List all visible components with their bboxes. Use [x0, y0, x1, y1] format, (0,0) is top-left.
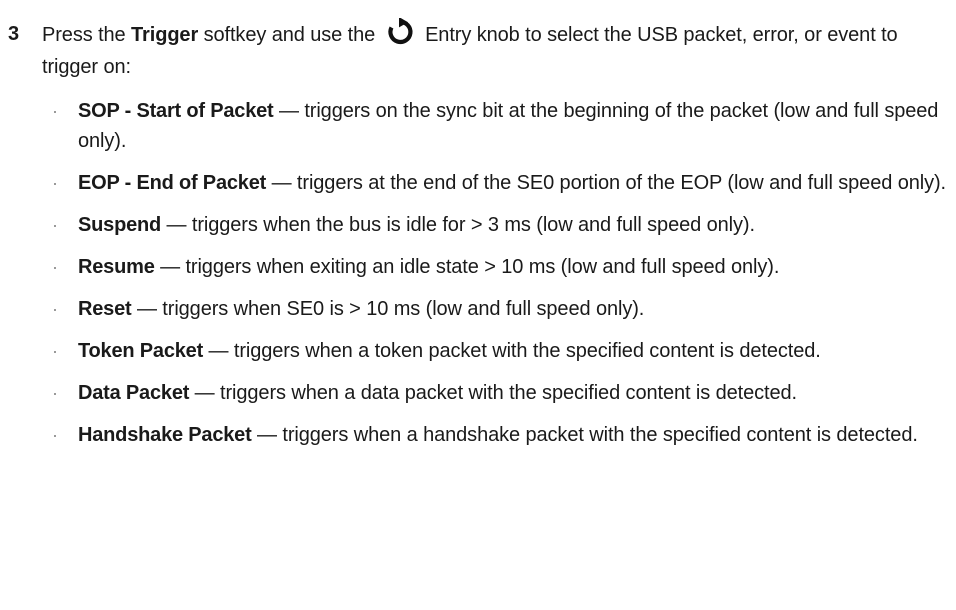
bullet-icon: ·: [52, 257, 58, 277]
step-instruction: Press the Trigger softkey and use the En…: [42, 17, 952, 83]
trigger-softkey-label: Trigger: [131, 24, 199, 46]
list-item: · Suspend — triggers when the bus is idle…: [42, 210, 952, 240]
list-item: · Resume — triggers when exiting an idle …: [42, 252, 952, 282]
bullet-icon: ·: [52, 101, 58, 121]
bullet-icon: ·: [52, 299, 58, 319]
option-description: — triggers when a handshake packet with …: [251, 424, 918, 446]
list-item: · Data Packet — triggers when a data pack…: [42, 378, 952, 408]
list-item: · SOP - Start of Packet — triggers on the…: [42, 96, 952, 156]
option-description: — triggers when a token packet with the …: [203, 340, 821, 362]
option-description: — triggers when SE0 is > 10 ms (low and …: [131, 298, 645, 320]
option-term: Suspend: [78, 214, 162, 236]
bullet-icon: ·: [52, 383, 58, 403]
option-term: SOP - Start of Packet: [78, 100, 274, 122]
option-description: — triggers when the bus is idle for > 3 …: [161, 214, 755, 236]
bullet-icon: ·: [52, 341, 58, 361]
step-number: 3: [8, 23, 20, 45]
list-item: · EOP - End of Packet — triggers at the e…: [42, 168, 952, 198]
bullet-icon: ·: [52, 215, 58, 235]
bullet-icon: ·: [52, 425, 58, 445]
option-description: — triggers at the end of the SE0 portion…: [266, 172, 947, 194]
option-term: Token Packet: [78, 340, 204, 362]
bullet-icon: ·: [52, 173, 58, 193]
intro-prefix: Press the: [42, 24, 132, 46]
option-term: Resume: [78, 256, 155, 278]
option-term: Data Packet: [78, 382, 190, 404]
option-term: EOP - End of Packet: [78, 172, 267, 194]
entry-knob-icon: [384, 17, 416, 46]
procedure-step: 3 Press the Trigger softkey and use the …: [0, 0, 956, 610]
intro-middle: softkey and use the: [198, 24, 381, 46]
trigger-options-list: · SOP - Start of Packet — triggers on the…: [42, 96, 952, 462]
list-item: · Token Packet — triggers when a token pa…: [42, 336, 952, 366]
option-term: Handshake Packet: [78, 424, 252, 446]
list-item: · Reset — triggers when SE0 is > 10 ms (l…: [42, 294, 952, 324]
list-item: · Handshake Packet — triggers when a hand…: [42, 420, 952, 450]
option-description: — triggers when exiting an idle state > …: [154, 256, 780, 278]
option-description: — triggers when a data packet with the s…: [189, 382, 797, 404]
option-term: Reset: [78, 298, 132, 320]
